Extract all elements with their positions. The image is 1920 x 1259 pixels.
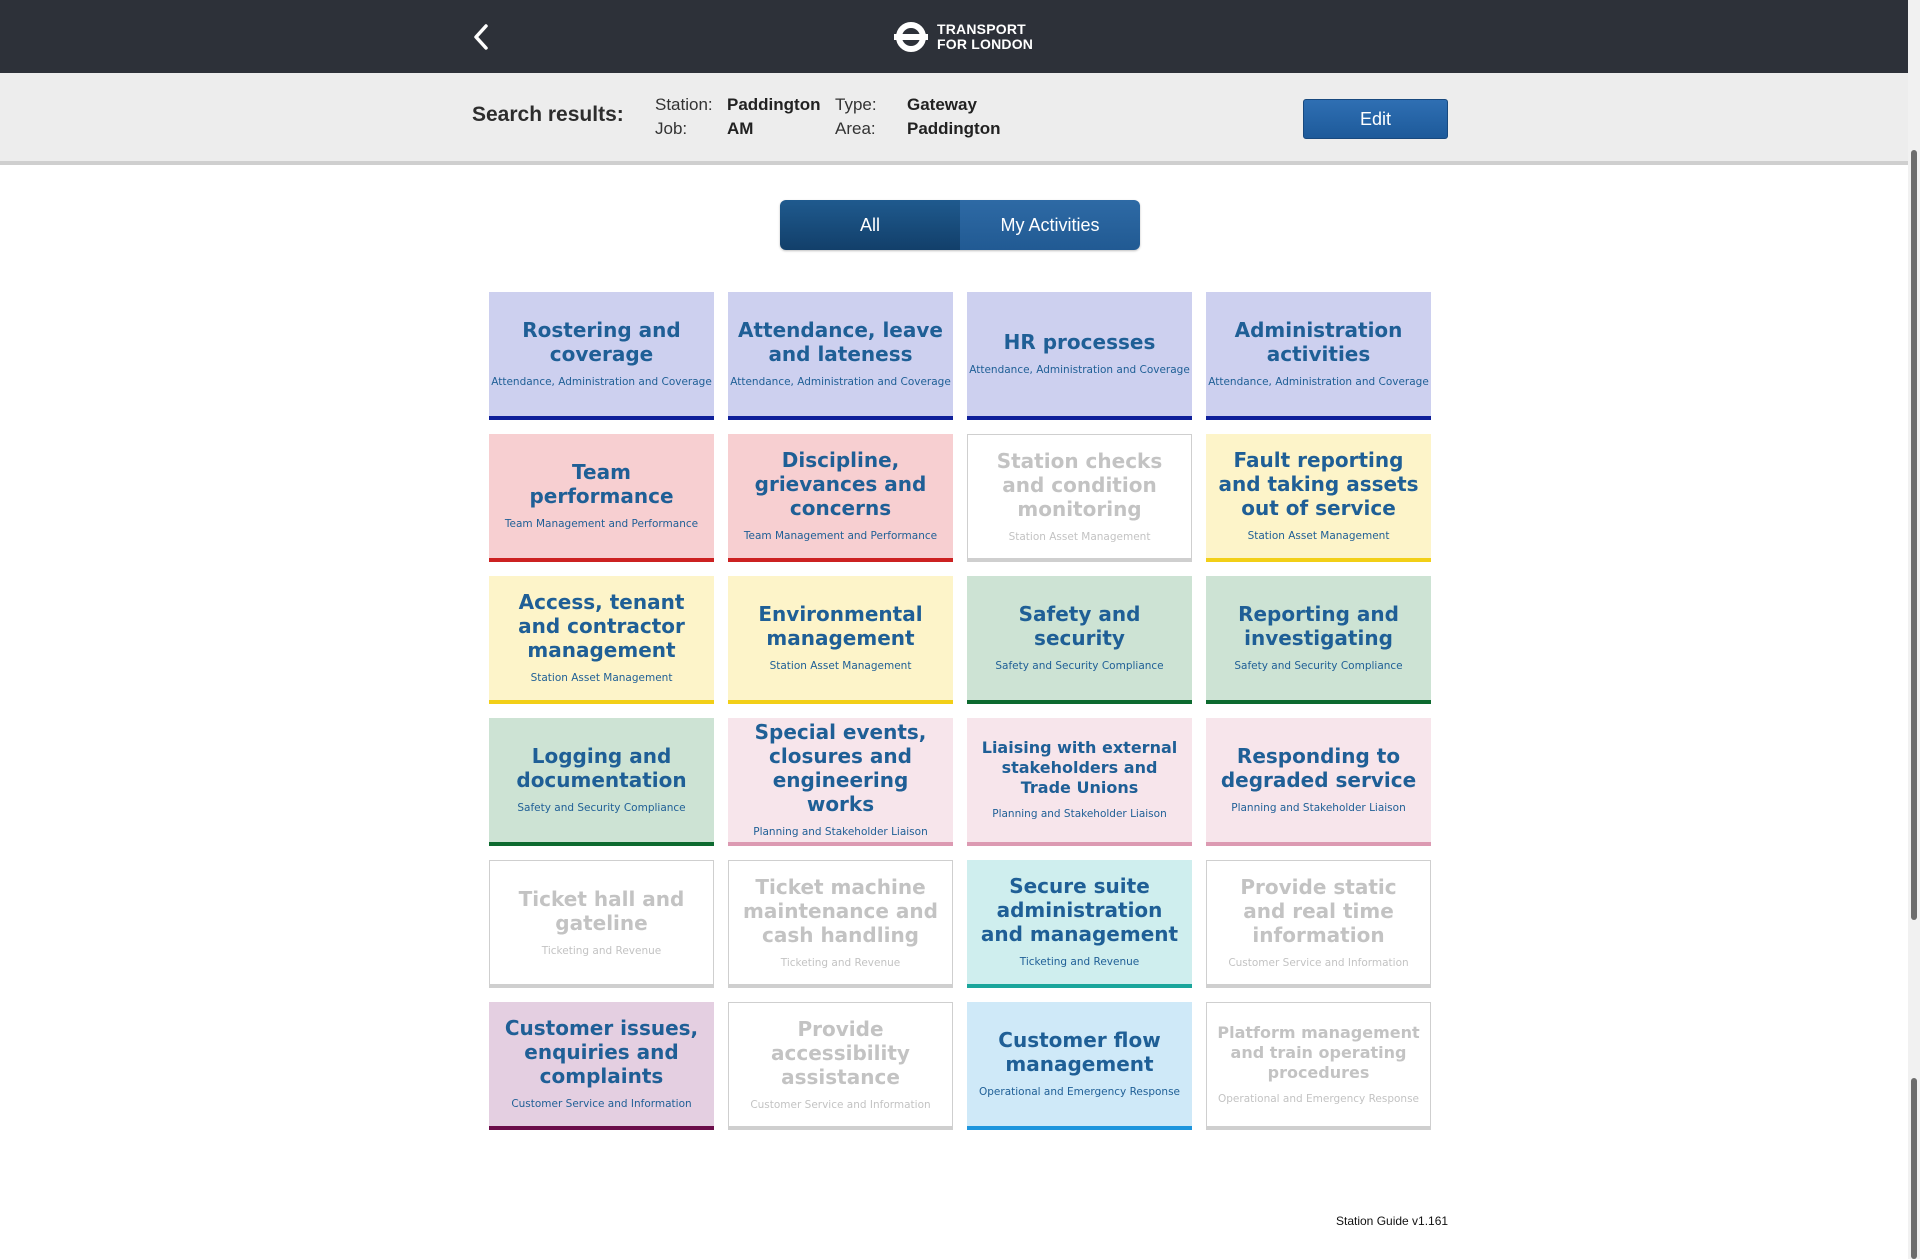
logo-line-2: FOR LONDON	[937, 36, 1034, 52]
activity-card-category: Attendance, Administration and Coverage	[491, 376, 712, 388]
activity-card-title: Customer issues, enquiries and complaint…	[504, 1016, 699, 1088]
scrollbar-thumb-lower[interactable]	[1911, 1078, 1917, 1259]
station-label: Station:	[655, 95, 713, 114]
activity-card[interactable]: Provide accessibility assistance Customer…	[728, 1002, 953, 1130]
activity-card[interactable]: Rostering and coverage Attendance, Admini…	[489, 292, 714, 420]
activity-card-category: Operational and Emergency Response	[1217, 1092, 1420, 1105]
type-label: Type:	[835, 95, 877, 114]
activity-card-category: Safety and Security Compliance	[1234, 660, 1403, 672]
logo-line-1: TRANSPORT	[937, 21, 1026, 37]
activity-card-title: Discipline, grievances and concerns	[754, 448, 927, 520]
activity-card[interactable]: Customer flow management Operational and …	[967, 1002, 1192, 1130]
activity-card[interactable]: Access, tenant and contractor management…	[489, 576, 714, 704]
activity-card-title: Station checks and condition monitoring	[996, 448, 1163, 521]
activity-card[interactable]: Ticket hall and gateline Ticketing and Re…	[489, 860, 714, 988]
activity-card[interactable]: HR processes Attendance, Administration a…	[967, 292, 1192, 420]
logo-wordmark: TRANSPORT FOR LONDON	[937, 22, 1033, 52]
search-summary-bar: Search results: Station: Paddington Job:…	[0, 73, 1920, 165]
activity-card[interactable]: Safety and security Safety and Security C…	[967, 576, 1192, 704]
activity-card[interactable]: Liaising with external stakeholders and …	[967, 718, 1192, 846]
activity-card[interactable]: Attendance, leave and lateness Attendance…	[728, 292, 953, 420]
activity-card[interactable]: Fault reporting and taking assets out of…	[1206, 434, 1431, 562]
activity-card[interactable]: Platform management and train operating …	[1206, 1002, 1431, 1130]
edit-button[interactable]: Edit	[1303, 99, 1448, 139]
activity-card-title: Provide accessibility assistance	[771, 1016, 910, 1089]
activity-card[interactable]: Environmental management Station Asset Ma…	[728, 576, 953, 704]
app-version: Station Guide v1.161	[1336, 1214, 1449, 1228]
back-button[interactable]	[466, 20, 496, 54]
activity-card-category: Safety and Security Compliance	[995, 660, 1164, 672]
activity-card-title: Attendance, leave and lateness	[738, 318, 943, 366]
activity-card-grid: Rostering and coverage Attendance, Admini…	[489, 292, 1431, 1130]
activity-card-title: Liaising with external stakeholders and …	[981, 738, 1178, 797]
chevron-left-icon	[474, 24, 488, 50]
activity-card-category: Attendance, Administration and Coverage	[730, 376, 951, 388]
tfl-logo: TRANSPORT FOR LONDON	[893, 19, 1033, 55]
activity-card[interactable]: Logging and documentation Safety and Secu…	[489, 718, 714, 846]
activity-card[interactable]: Ticket machine maintenance and cash hand…	[728, 860, 953, 988]
activity-card-category: Customer Service and Information	[511, 1098, 692, 1110]
activity-card-category: Ticketing and Revenue	[541, 944, 662, 957]
activity-card-category: Station Asset Management	[1247, 530, 1390, 542]
activity-card-category: Attendance, Administration and Coverage	[1208, 376, 1429, 388]
activity-card[interactable]: Provide static and real time information…	[1206, 860, 1431, 988]
activity-card-title: Safety and security	[1018, 602, 1141, 650]
activity-card-category: Team Management and Performance	[504, 518, 699, 530]
activity-card-title: Responding to degraded service	[1220, 744, 1417, 792]
activity-card[interactable]: Administration activities Attendance, Adm…	[1206, 292, 1431, 420]
activity-card-title: Access, tenant and contractor management	[518, 590, 685, 662]
activity-card-title: Reporting and investigating	[1238, 602, 1399, 650]
activity-card-title: Provide static and real time information	[1240, 874, 1397, 947]
activity-card-title: Platform management and train operating …	[1217, 1022, 1420, 1082]
activity-card-title: HR processes	[1003, 330, 1156, 354]
activity-card[interactable]: Station checks and condition monitoring S…	[967, 434, 1192, 562]
activity-card-title: Fault reporting and taking assets out of…	[1218, 448, 1419, 520]
activity-card-category: Attendance, Administration and Coverage	[969, 364, 1190, 376]
area-label: Area:	[835, 119, 876, 138]
activity-card-category: Planning and Stakeholder Liaison	[1231, 802, 1406, 814]
activity-card[interactable]: Discipline, grievances and concerns Team …	[728, 434, 953, 562]
activity-card-title: Team performance	[529, 460, 674, 508]
activity-card[interactable]: Special events, closures and engineering…	[728, 718, 953, 846]
top-bar: TRANSPORT FOR LONDON	[0, 0, 1920, 73]
activity-card-category: Safety and Security Compliance	[517, 802, 686, 814]
activity-card-category: Station Asset Management	[530, 672, 673, 684]
activity-card-title: Ticket machine maintenance and cash hand…	[743, 874, 938, 947]
search-results-title: Search results:	[472, 103, 624, 126]
activity-card-category: Station Asset Management	[769, 660, 912, 672]
job-value: AM	[727, 119, 754, 138]
scrollbar-thumb-upper[interactable]	[1911, 150, 1917, 920]
activity-card[interactable]: Team performance Team Management and Perf…	[489, 434, 714, 562]
activity-card-category: Customer Service and Information	[750, 1098, 931, 1111]
activity-card-category: Station Asset Management	[1008, 530, 1151, 543]
area-value: Paddington	[907, 119, 1001, 138]
activity-card-category: Planning and Stakeholder Liaison	[753, 826, 928, 838]
activity-card-title: Customer flow management	[998, 1028, 1161, 1076]
activity-card[interactable]: Reporting and investigating Safety and Se…	[1206, 576, 1431, 704]
activity-card[interactable]: Customer issues, enquiries and complaint…	[489, 1002, 714, 1130]
activity-card-category: Ticketing and Revenue	[780, 956, 901, 969]
activity-card-title: Secure suite administration and manageme…	[980, 874, 1179, 946]
activity-card-category: Operational and Emergency Response	[978, 1086, 1181, 1098]
filter-my-activities-button[interactable]: My Activities	[960, 200, 1140, 250]
type-value: Gateway	[907, 95, 977, 114]
activity-card-title: Logging and documentation	[516, 744, 687, 792]
job-label: Job:	[655, 119, 688, 138]
activity-card-title: Rostering and coverage	[522, 318, 681, 366]
activity-card-category: Team Management and Performance	[743, 530, 938, 542]
activity-card-title: Special events, closures and engineering…	[754, 720, 927, 816]
activity-card-category: Planning and Stakeholder Liaison	[992, 808, 1167, 820]
activity-card-category: Customer Service and Information	[1228, 956, 1409, 969]
activity-card-title: Administration activities	[1234, 318, 1403, 366]
activity-card-title: Environmental management	[758, 602, 923, 650]
activity-card-title: Ticket hall and gateline	[518, 886, 685, 935]
activity-card-category: Ticketing and Revenue	[1019, 956, 1140, 968]
activity-card[interactable]: Secure suite administration and manageme…	[967, 860, 1192, 988]
activity-card[interactable]: Responding to degraded service Planning a…	[1206, 718, 1431, 846]
station-value: Paddington	[727, 95, 821, 114]
tfl-roundel-icon	[894, 22, 928, 52]
scrollbar[interactable]	[1908, 0, 1920, 1259]
activity-filter-toggle: All My Activities	[780, 200, 1140, 250]
filter-all-button[interactable]: All	[780, 200, 960, 250]
